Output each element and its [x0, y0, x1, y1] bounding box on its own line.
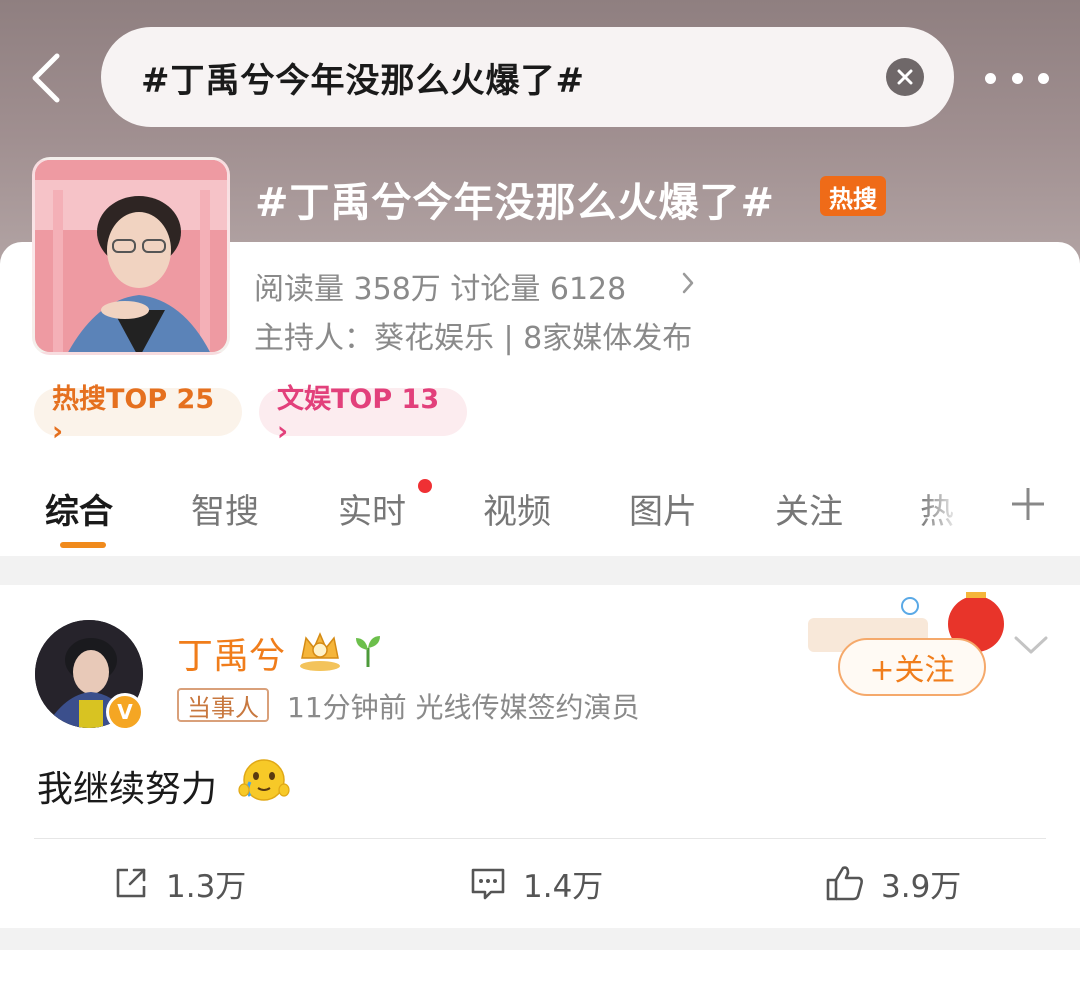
like-count: 3.9万: [881, 868, 962, 905]
sprout-icon: [352, 634, 384, 668]
notification-dot: [418, 479, 432, 493]
back-button[interactable]: [22, 50, 70, 106]
post-meta: 11分钟前 光线传媒签约演员: [287, 691, 640, 724]
active-tab-indicator: [60, 542, 106, 548]
stats-detail-button[interactable]: [675, 268, 701, 298]
repost-icon: [116, 868, 146, 898]
topic-stats: 阅读量 358万 讨论量 6128: [254, 272, 627, 307]
chevron-left-icon: [32, 53, 60, 103]
comment-button[interactable]: 1.4万: [469, 856, 603, 910]
plus-icon: [1012, 488, 1044, 520]
like-icon: [826, 866, 863, 901]
tab-fade-overlay: [920, 480, 980, 540]
tab-smart-search[interactable]: 智搜: [191, 484, 259, 533]
verified-badge: V: [106, 693, 144, 731]
hot-badge: 热搜: [820, 176, 886, 216]
repost-button[interactable]: 1.3万: [112, 856, 246, 910]
comment-icon: [471, 868, 505, 900]
more-icon: [1011, 72, 1023, 84]
clear-search-button[interactable]: [886, 58, 924, 96]
comment-count: 1.4万: [523, 868, 604, 905]
clear-icon: [897, 69, 913, 85]
more-button[interactable]: [985, 58, 1049, 98]
rank-entertainment[interactable]: 文娱TOP 13 ›: [259, 384, 467, 447]
tab-images[interactable]: 图片: [629, 484, 697, 533]
topic-host: 主持人：葵花娱乐 | 8家媒体发布: [254, 321, 693, 356]
emoji-icon: [238, 756, 290, 804]
post-divider: [34, 838, 1046, 839]
post-text: 我继续努力: [37, 769, 218, 810]
post-username[interactable]: 丁禹兮: [177, 627, 285, 679]
search-query: #丁禹兮今年没那么火爆了#: [141, 60, 585, 101]
crown-icon: [296, 628, 344, 672]
role-tag: 当事人: [177, 688, 269, 722]
topic-title: #丁禹兮今年没那么火爆了#: [255, 180, 776, 226]
add-tab-button[interactable]: [1006, 482, 1050, 526]
search-input[interactable]: #丁禹兮今年没那么火爆了#: [101, 27, 954, 127]
tab-video[interactable]: 视频: [483, 484, 551, 533]
tab-bar: 综合 智搜 实时 视频 图片 关注 热: [0, 470, 1080, 556]
more-icon: [1038, 72, 1049, 84]
repost-count: 1.3万: [166, 868, 247, 905]
more-icon: [985, 72, 996, 84]
rank-hot-search[interactable]: 热搜TOP 25 ›: [34, 384, 242, 447]
tab-comprehensive[interactable]: 综合: [45, 484, 113, 533]
like-button[interactable]: 3.9万: [825, 856, 961, 910]
tab-following[interactable]: 关注: [775, 484, 843, 533]
next-post-card: [0, 950, 1080, 988]
chevron-right-icon: [682, 272, 694, 294]
chevron-down-icon: [1014, 636, 1048, 654]
post-options-button[interactable]: [1012, 630, 1050, 660]
topic-thumbnail: [32, 157, 230, 355]
follow-button[interactable]: +关注: [838, 638, 986, 696]
tab-realtime[interactable]: 实时: [338, 484, 406, 533]
